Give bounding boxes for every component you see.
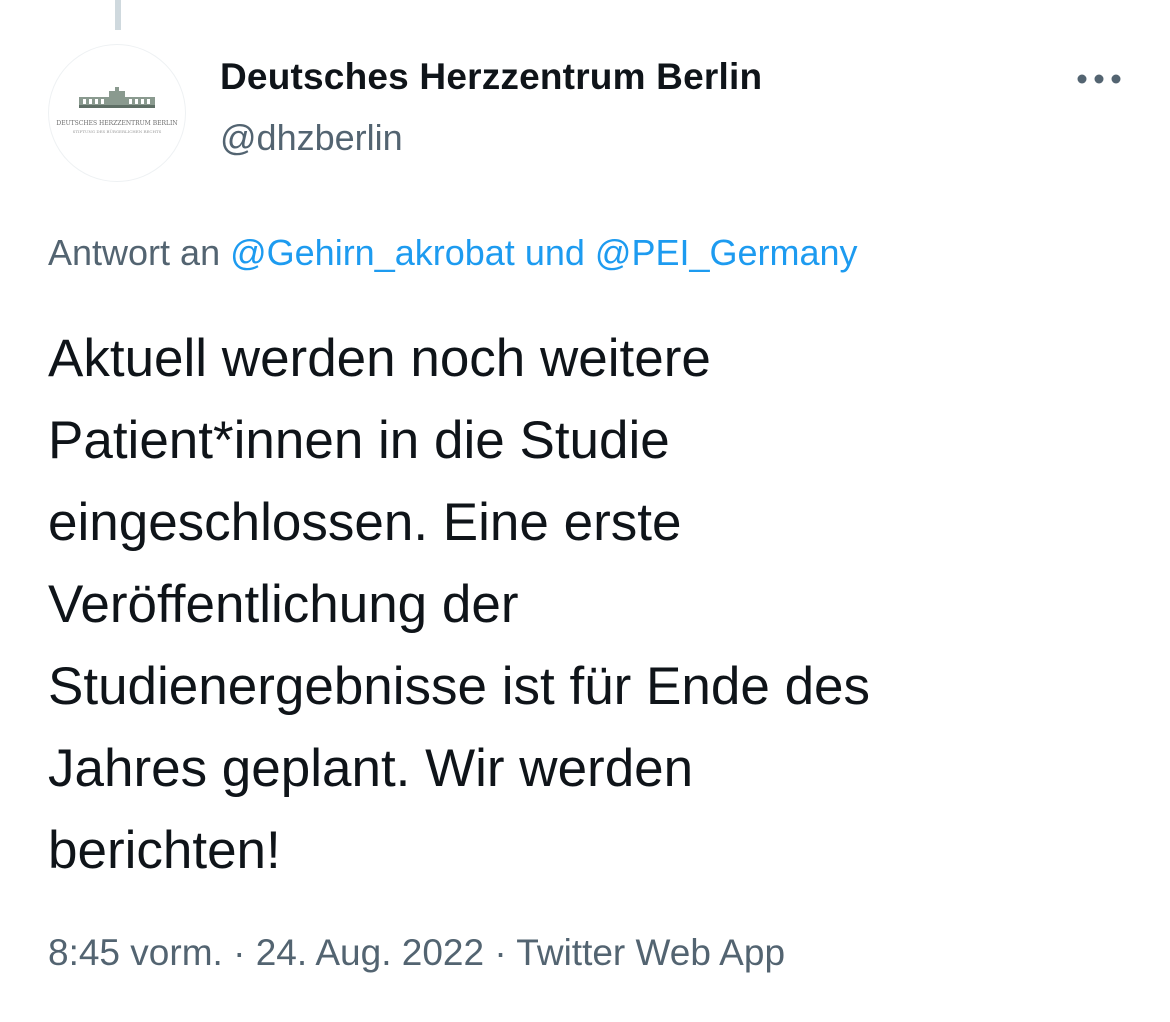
- reply-context: Antwort an @Gehirn_akrobat und @PEI_Germ…: [48, 232, 858, 274]
- avatar-logo-text: DEUTSCHES HERZZENTRUM BERLIN: [56, 120, 177, 127]
- tweet-time[interactable]: 8:45 vorm.: [48, 932, 223, 973]
- reply-mention-gehirn-akrobat[interactable]: @Gehirn_akrobat: [230, 232, 515, 273]
- reply-joiner[interactable]: und: [525, 232, 585, 273]
- reply-prefix: Antwort an: [48, 232, 221, 273]
- more-dots-icon: [1077, 74, 1121, 84]
- meta-separator: ·: [484, 932, 517, 973]
- meta-separator: ·: [222, 932, 256, 973]
- dhz-building-logo-icon: DEUTSCHES HERZZENTRUM BERLIN STIFTUNG DE…: [56, 87, 178, 134]
- tweet-text: Aktuell werden noch weitere Patient*inne…: [48, 329, 871, 880]
- tweet-source[interactable]: Twitter Web App: [516, 932, 785, 973]
- thread-connector-line: [115, 0, 121, 30]
- avatar[interactable]: DEUTSCHES HERZZENTRUM BERLIN STIFTUNG DE…: [48, 44, 186, 182]
- author-handle[interactable]: @dhzberlin: [220, 117, 403, 159]
- reply-mention-pei-germany[interactable]: @PEI_Germany: [595, 232, 858, 273]
- avatar-logo-subtext: STIFTUNG DES BÜRGERLICHEN RECHTS: [73, 129, 162, 134]
- more-options-button[interactable]: [1064, 54, 1134, 104]
- tweet-date[interactable]: 24. Aug. 2022: [256, 932, 484, 973]
- tweet-metadata: 8:45 vorm. · 24. Aug. 2022 · Twitter Web…: [48, 932, 785, 974]
- author-display-name[interactable]: Deutsches Herzzentrum Berlin: [220, 56, 762, 98]
